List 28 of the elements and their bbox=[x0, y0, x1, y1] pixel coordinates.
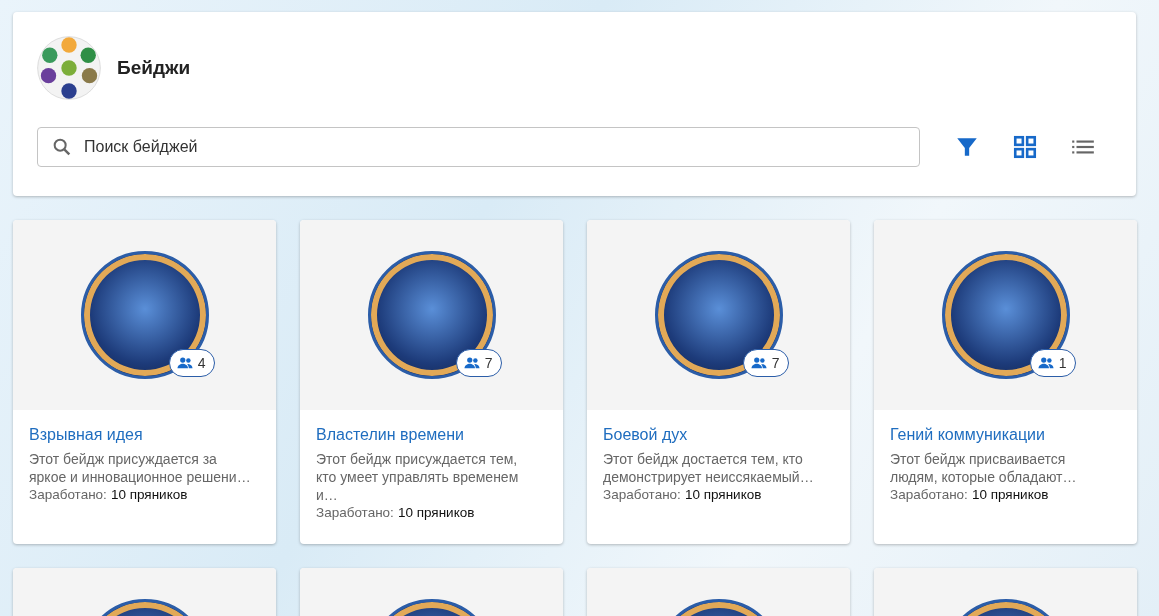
page-title: Бейджи bbox=[117, 57, 191, 79]
search-field[interactable]: Поиск бейджей bbox=[37, 127, 920, 167]
badge-description: Этот бейдж присваивается людям, которые обладают… bbox=[890, 450, 1078, 486]
earned-label: Заработано: bbox=[603, 486, 681, 504]
badge-card[interactable]: 4 Взрывная идея Этот бейдж присуждается за яркое и инновационное решени… Заработано: 10 пряников bbox=[13, 220, 276, 544]
grid-icon bbox=[1012, 134, 1038, 160]
earned-value: 10 пряников bbox=[397, 504, 475, 522]
badge-description: Этот бейдж достается тем, кто демонстрирует неиссякаемый… bbox=[603, 450, 815, 486]
badge-description: Этот бейдж присуждается за яркое и инновационное решени… bbox=[29, 450, 252, 486]
badge-card[interactable]: 7 Властелин времени Этот бейдж присуждается тем, кто умеет управлять временем и… Заработано: 10 пряников bbox=[300, 220, 563, 544]
earned-value: 10 пряников bbox=[684, 486, 762, 504]
earned-value: 10 пряников bbox=[110, 486, 188, 504]
badge-description: Этот бейдж присуждается тем, кто умеет управлять временем и… bbox=[316, 450, 520, 504]
badge-card[interactable]: 1 Гений коммуникации Этот бейдж присваивается людям, которые обладают… Заработано: 10 пряников bbox=[874, 220, 1137, 544]
member-count: 7 bbox=[455, 349, 502, 377]
member-count: 1 bbox=[1029, 349, 1076, 377]
badge-title[interactable]: Взрывная идея bbox=[29, 426, 252, 444]
earned-value: 10 пряников bbox=[971, 486, 1049, 504]
earned-label: Заработано: bbox=[316, 504, 394, 522]
member-count: 4 bbox=[168, 349, 215, 377]
badge-title[interactable]: Властелин времени bbox=[316, 426, 539, 444]
earned-label: Заработано: bbox=[890, 486, 968, 504]
member-count: 7 bbox=[742, 349, 789, 377]
logo-drawing bbox=[37, 36, 101, 100]
badge-title[interactable]: Боевой дух bbox=[603, 426, 826, 444]
earned-label: Заработано: bbox=[29, 486, 107, 504]
badge-card[interactable]: 7 Боевой дух Этот бейдж достается тем, кто демонстрирует неиссякаемый… Заработано: 10 пряников bbox=[587, 220, 850, 544]
badge-title[interactable]: Гений коммуникации bbox=[890, 426, 1113, 444]
